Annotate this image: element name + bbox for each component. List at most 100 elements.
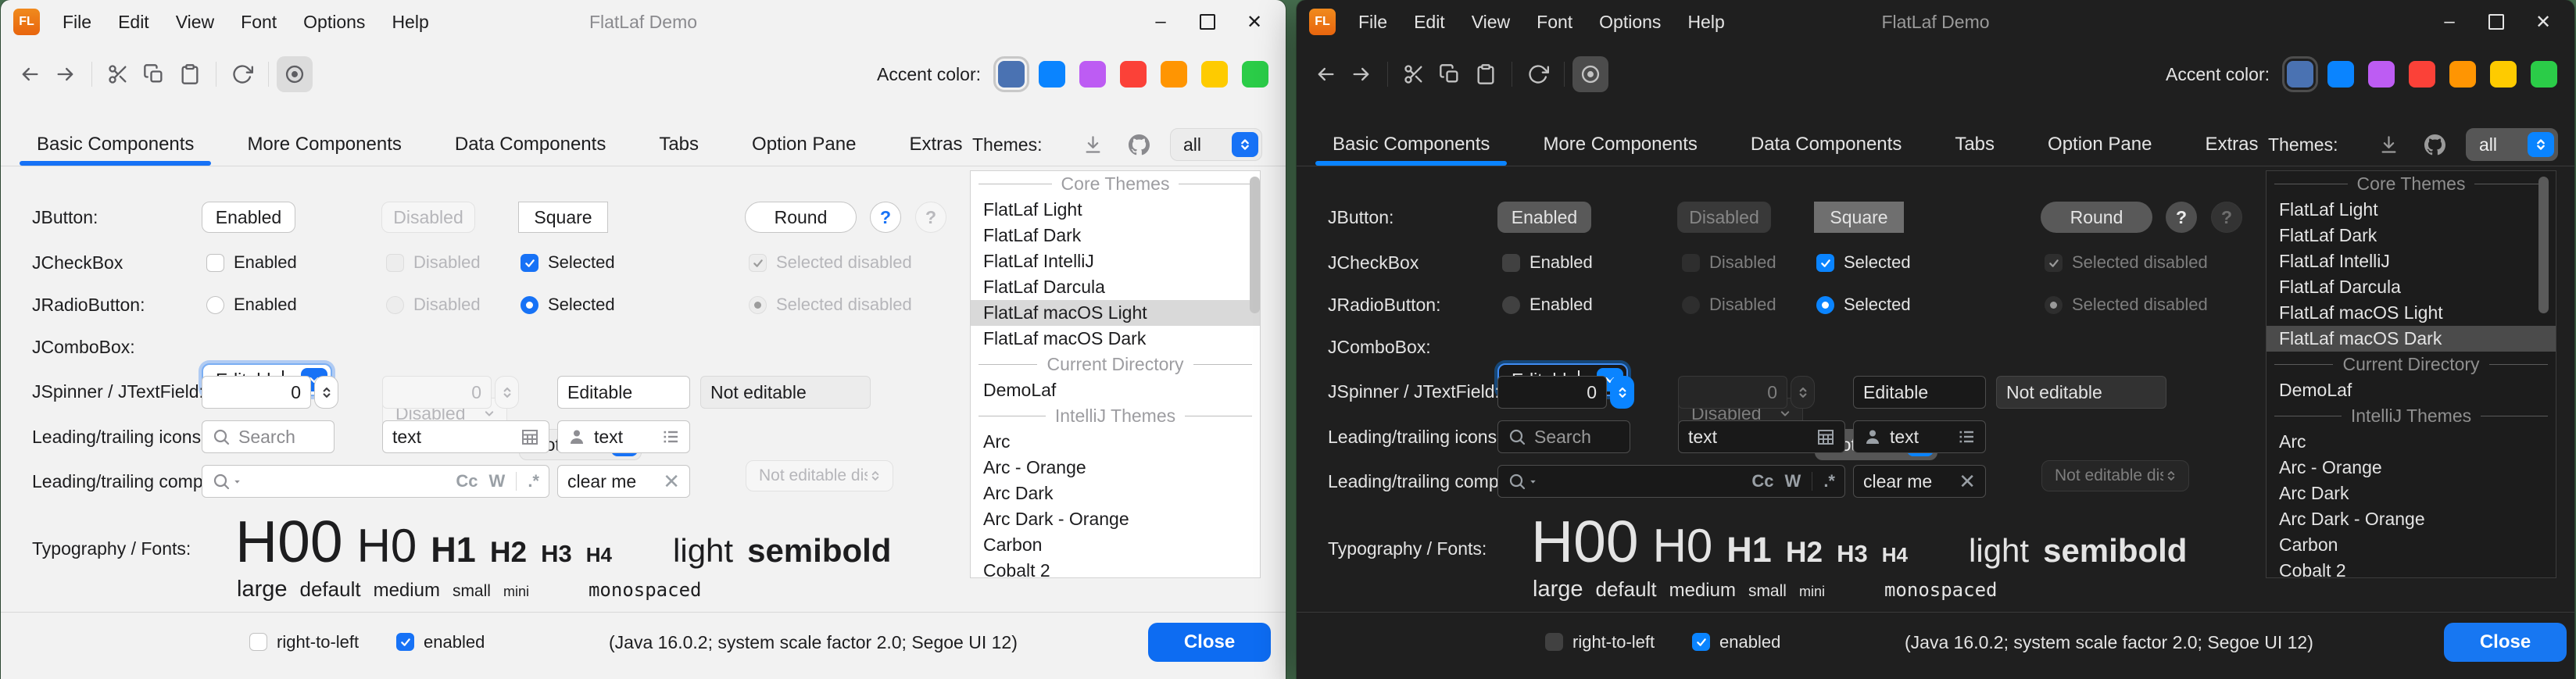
accent-swatch[interactable]: [2409, 61, 2435, 88]
theme-list-item[interactable]: FlatLaf Darcula: [2267, 274, 2556, 300]
checkbox-enabled[interactable]: [1502, 254, 1520, 272]
calendar-table-icon[interactable]: [1816, 427, 1835, 446]
tab[interactable]: Extras: [892, 123, 979, 166]
theme-list-item[interactable]: Arc Dark: [2267, 481, 2556, 506]
accent-swatch[interactable]: [1201, 61, 1228, 88]
menu-item[interactable]: Options: [290, 0, 378, 44]
show-hover-toggle[interactable]: [277, 56, 313, 92]
help-button[interactable]: ?: [2166, 202, 2197, 233]
text-field-calendar[interactable]: text: [1678, 420, 1845, 453]
theme-list-item[interactable]: FlatLaf macOS Dark: [971, 326, 1260, 352]
checkbox-selected[interactable]: [1816, 254, 1834, 272]
match-case-button[interactable]: Cc: [456, 471, 478, 491]
radio-enabled[interactable]: [1502, 296, 1520, 314]
spinner-field[interactable]: 0: [202, 376, 311, 409]
download-themes-button[interactable]: [1075, 127, 1110, 162]
theme-list-item[interactable]: Arc Dark: [971, 481, 1260, 506]
menu-item[interactable]: File: [1345, 0, 1401, 44]
forward-button[interactable]: [1343, 56, 1379, 92]
accent-swatch[interactable]: [2449, 61, 2476, 88]
theme-list-item[interactable]: Core Themes: [971, 171, 1260, 197]
theme-list-item[interactable]: Current Directory: [2267, 352, 2556, 377]
theme-list-item[interactable]: FlatLaf macOS Light: [971, 300, 1260, 326]
accent-swatch[interactable]: [2327, 61, 2354, 88]
theme-list-item[interactable]: Arc Dark - Orange: [971, 506, 1260, 532]
tab[interactable]: Basic Components: [20, 123, 211, 166]
clear-x-icon[interactable]: ✕: [663, 470, 680, 494]
search-with-matchers-field[interactable]: Cc W .*: [1497, 465, 1845, 498]
theme-list-item[interactable]: Arc Dark - Orange: [2267, 506, 2556, 532]
spinner-up-down-buttons[interactable]: [1610, 376, 1634, 409]
accent-swatch[interactable]: [2490, 61, 2517, 88]
theme-list-item[interactable]: Cobalt 2: [2267, 558, 2556, 578]
help-button[interactable]: ?: [870, 202, 901, 233]
clearable-field[interactable]: clear me ✕: [1853, 465, 1986, 498]
search-field[interactable]: Search: [202, 420, 335, 453]
copy-button[interactable]: [136, 56, 172, 92]
theme-list-item[interactable]: FlatLaf Darcula: [971, 274, 1260, 300]
copy-button[interactable]: [1432, 56, 1468, 92]
enabled-checkbox[interactable]: [396, 633, 414, 651]
close-dialog-button[interactable]: Close: [2444, 623, 2567, 662]
accent-swatch[interactable]: [1120, 61, 1147, 88]
themes-filter-combobox[interactable]: all: [2466, 128, 2558, 161]
accent-swatch[interactable]: [1161, 61, 1187, 88]
tab[interactable]: Option Pane: [735, 123, 873, 166]
round-button[interactable]: Round: [2041, 202, 2152, 233]
editable-textfield[interactable]: Editable: [1853, 376, 1986, 409]
match-case-button[interactable]: Cc: [1751, 471, 1773, 491]
theme-list-item[interactable]: DemoLaf: [971, 377, 1260, 403]
theme-list-item[interactable]: Arc: [971, 429, 1260, 455]
search-field[interactable]: Search: [1497, 420, 1630, 453]
theme-list-item[interactable]: DemoLaf: [2267, 377, 2556, 403]
spinner-field[interactable]: 0: [1497, 376, 1607, 409]
search-with-matchers-field[interactable]: Cc W .*: [202, 465, 549, 498]
tab[interactable]: Tabs: [642, 123, 716, 166]
show-hover-toggle[interactable]: [1572, 56, 1608, 92]
paste-button[interactable]: [1468, 56, 1504, 92]
theme-list-item[interactable]: FlatLaf Dark: [971, 223, 1260, 248]
theme-list-item[interactable]: Core Themes: [2267, 171, 2556, 197]
match-case-buttons[interactable]: Cc W .*: [456, 471, 539, 491]
calendar-table-icon[interactable]: [521, 427, 539, 446]
spinner-up-down-buttons[interactable]: [314, 376, 338, 409]
theme-list-item[interactable]: Arc - Orange: [2267, 455, 2556, 481]
menu-item[interactable]: View: [163, 0, 227, 44]
radio-selected[interactable]: [1816, 296, 1834, 314]
text-field-calendar[interactable]: text: [382, 420, 549, 453]
minimize-button[interactable]: –: [2426, 0, 2473, 44]
back-button[interactable]: [1308, 56, 1343, 92]
menu-item[interactable]: Help: [378, 0, 442, 44]
refresh-button[interactable]: [1520, 56, 1556, 92]
theme-list-item[interactable]: FlatLaf macOS Dark: [2267, 326, 2556, 352]
cut-button[interactable]: [100, 56, 136, 92]
themes-filter-combobox[interactable]: all: [1170, 128, 1262, 161]
accent-swatch[interactable]: [2368, 61, 2395, 88]
menu-item[interactable]: Edit: [1401, 0, 1458, 44]
cut-button[interactable]: [1396, 56, 1432, 92]
menu-item[interactable]: Edit: [105, 0, 163, 44]
theme-list-item[interactable]: FlatLaf Dark: [2267, 223, 2556, 248]
theme-list-item[interactable]: Cobalt 2: [971, 558, 1260, 578]
accent-swatch[interactable]: [2287, 61, 2313, 88]
round-button[interactable]: Round: [745, 202, 857, 233]
menu-item[interactable]: Options: [1586, 0, 1674, 44]
theme-list-item[interactable]: Arc: [2267, 429, 2556, 455]
themes-scrollbar[interactable]: [1250, 177, 1260, 313]
regex-button[interactable]: .*: [1823, 471, 1835, 491]
accent-swatch[interactable]: [1079, 61, 1106, 88]
checkbox-selected[interactable]: [521, 254, 538, 272]
tab[interactable]: Tabs: [1937, 123, 2012, 166]
tab[interactable]: More Components: [230, 123, 418, 166]
checkbox-enabled[interactable]: [206, 254, 224, 272]
github-button[interactable]: [1122, 127, 1156, 162]
menu-item[interactable]: Font: [227, 0, 290, 44]
theme-list-item[interactable]: Carbon: [971, 532, 1260, 558]
paste-button[interactable]: [172, 56, 208, 92]
text-field-user-list[interactable]: text: [557, 420, 690, 453]
accent-swatch[interactable]: [1242, 61, 1268, 88]
theme-list-item[interactable]: FlatLaf IntelliJ: [2267, 248, 2556, 274]
enabled-checkbox[interactable]: [1692, 633, 1710, 651]
whole-words-button[interactable]: W: [489, 471, 506, 491]
regex-button[interactable]: .*: [528, 471, 539, 491]
